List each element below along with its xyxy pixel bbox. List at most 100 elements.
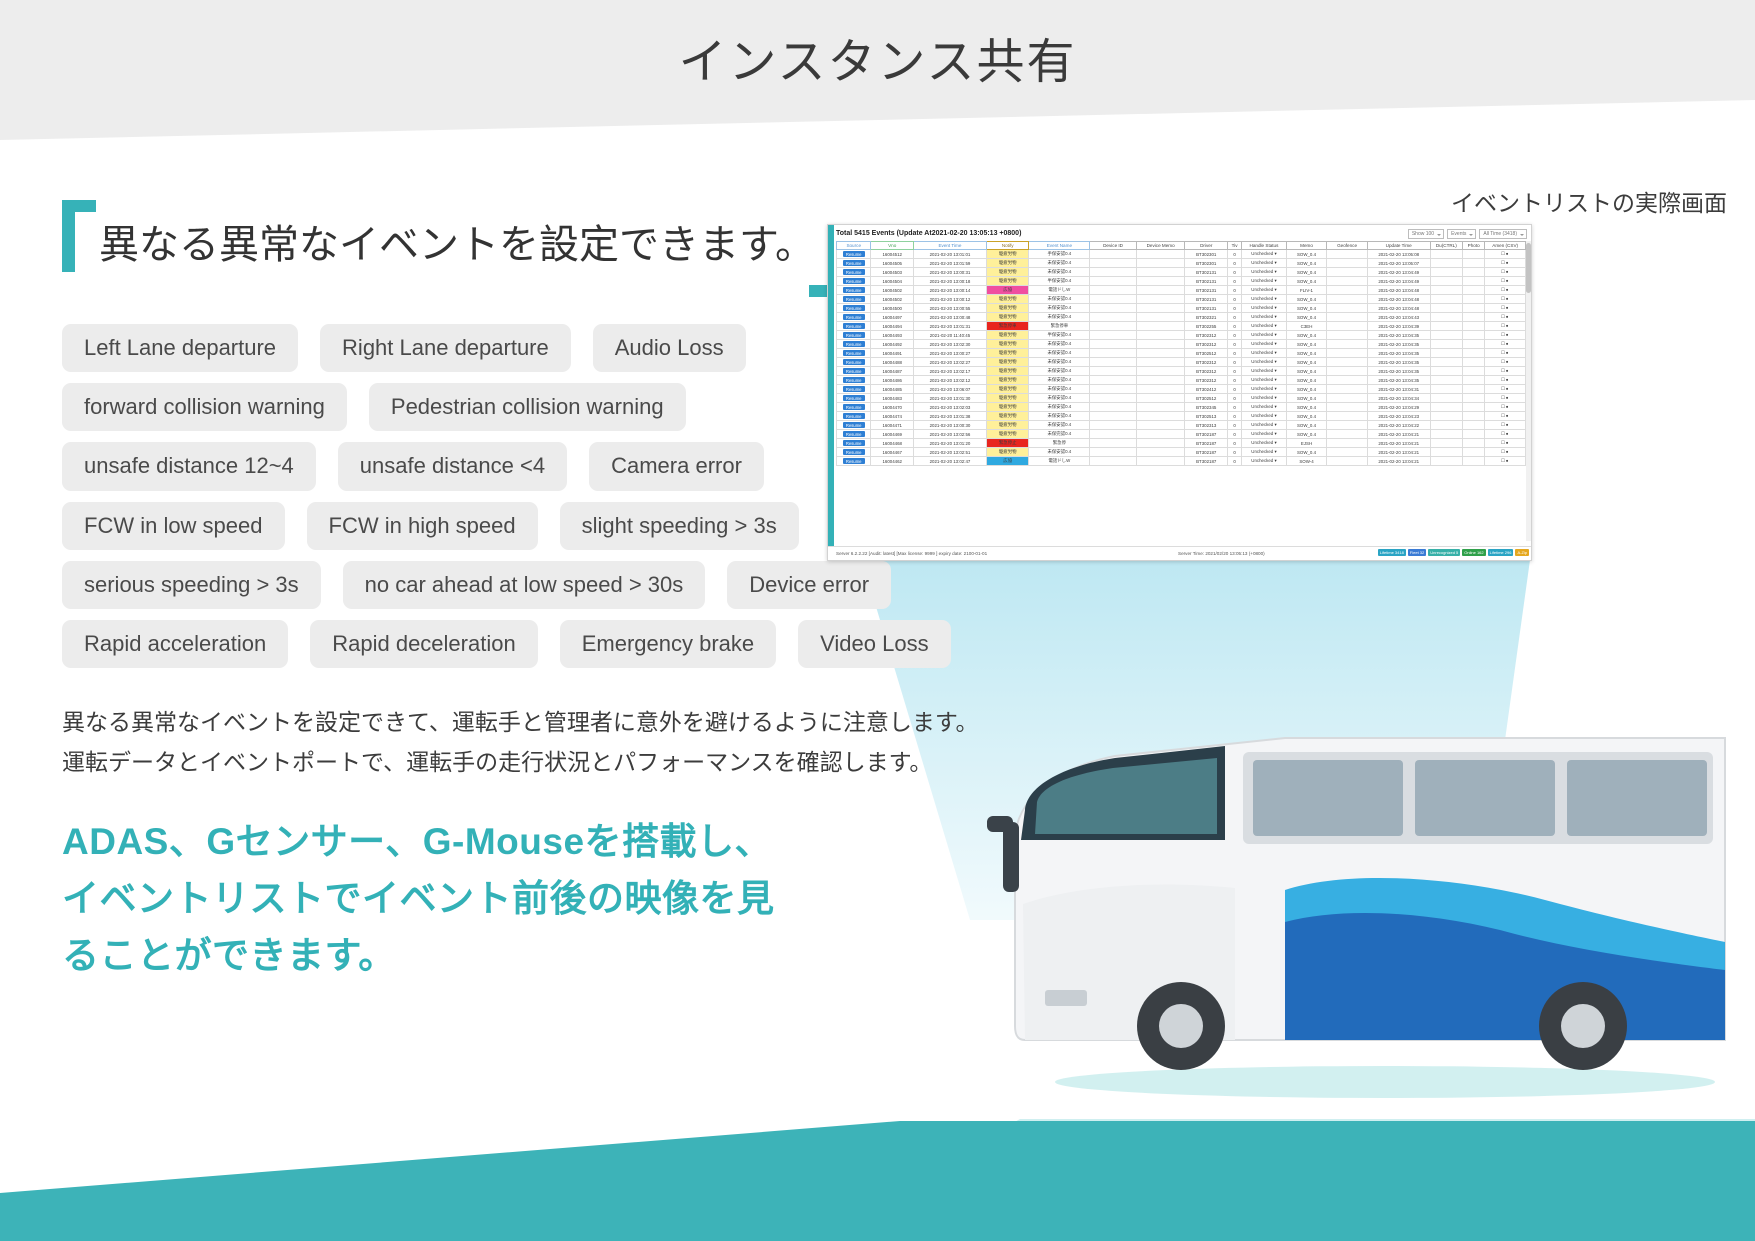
cell-handle-status[interactable]: Unchecked ▾ (1241, 429, 1287, 439)
status-chip[interactable]: Online 162 (1462, 549, 1486, 556)
table-row[interactable]: Resume 16004468 2021-02-20 13:01:20 緊急停止 緊急停… (835, 438, 1526, 448)
table-row[interactable]: Resume 16004471 2021-02-20 13:00:30 駆疲労物 未保安… (835, 420, 1526, 430)
col-source[interactable]: Source (835, 241, 872, 250)
show-count-select[interactable]: Show 100 (1407, 229, 1445, 239)
col-duration[interactable]: Du(CTRL) (1429, 241, 1464, 250)
cell-handle-status[interactable]: Unchecked ▾ (1241, 384, 1287, 394)
cell-source[interactable]: Resume (835, 456, 872, 466)
col-geofence[interactable]: Geofence (1326, 241, 1368, 250)
cell-handle-status[interactable]: Unchecked ▾ (1241, 294, 1287, 304)
cell-source[interactable]: Resume (835, 285, 872, 295)
cell-handle-status[interactable]: Unchecked ▾ (1241, 438, 1287, 448)
cell-actions[interactable]: ☐● (1484, 375, 1526, 385)
event-tag[interactable]: unsafe distance 12~4 (62, 442, 316, 491)
vertical-scrollbar[interactable] (1526, 241, 1531, 541)
table-row[interactable]: Resume 16004469 2021-02-20 13:02:56 駆疲労物 未保完… (835, 429, 1526, 439)
cell-source[interactable]: Resume (835, 348, 872, 358)
cell-source[interactable]: Resume (835, 420, 872, 430)
cell-handle-status[interactable]: Unchecked ▾ (1241, 285, 1287, 295)
cell-actions[interactable]: ☐● (1484, 249, 1526, 259)
cell-actions[interactable]: ☐● (1484, 366, 1526, 376)
cell-source[interactable]: Resume (835, 312, 872, 322)
col-photo[interactable]: Photo (1462, 241, 1486, 250)
cell-actions[interactable]: ☐● (1484, 393, 1526, 403)
cell-handle-status[interactable]: Unchecked ▾ (1241, 330, 1287, 340)
cell-handle-status[interactable]: Unchecked ▾ (1241, 321, 1287, 331)
col-device-memo[interactable]: Device Memo (1135, 241, 1186, 250)
col-handle-status[interactable]: Handle Status (1241, 241, 1287, 250)
event-tag[interactable]: FCW in high speed (306, 501, 538, 550)
col-driver[interactable]: Driver (1184, 241, 1229, 250)
cell-actions[interactable]: ☐● (1484, 447, 1526, 457)
table-row[interactable]: Resume 16004504 2021-02-20 13:00:18 駆疲労物 半保安… (835, 276, 1526, 286)
event-tag[interactable]: Rapid deceleration (310, 619, 538, 669)
event-tag[interactable]: forward collision warning (62, 383, 347, 432)
table-row[interactable]: Resume 16004487 2021-02-20 13:02:17 駆疲労物 未保安… (835, 366, 1526, 376)
event-tag[interactable]: Rapid acceleration (62, 619, 289, 669)
cell-actions[interactable]: ☐● (1484, 429, 1526, 439)
cell-handle-status[interactable]: Unchecked ▾ (1241, 303, 1287, 313)
col-notify[interactable]: Notify (985, 241, 1030, 250)
cell-source[interactable]: Resume (835, 249, 872, 259)
cell-handle-status[interactable]: Unchecked ▾ (1241, 402, 1287, 412)
cell-source[interactable]: Resume (835, 276, 872, 286)
cell-handle-status[interactable]: Unchecked ▾ (1241, 276, 1287, 286)
cell-handle-status[interactable]: Unchecked ▾ (1241, 312, 1287, 322)
cell-actions[interactable]: ☐● (1484, 339, 1526, 349)
cell-source[interactable]: Resume (835, 267, 872, 277)
cell-actions[interactable]: ☐● (1484, 456, 1526, 466)
cell-actions[interactable]: ☐● (1484, 321, 1526, 331)
cell-handle-status[interactable]: Unchecked ▾ (1241, 366, 1287, 376)
event-tag[interactable]: serious speeding > 3s (62, 560, 321, 609)
cell-source[interactable]: Resume (835, 438, 872, 448)
cell-actions[interactable]: ☐● (1484, 384, 1526, 394)
cell-actions[interactable]: ☐● (1484, 330, 1526, 340)
cell-source[interactable]: Resume (835, 303, 872, 313)
cell-source[interactable]: Resume (835, 330, 872, 340)
event-tag[interactable]: Emergency brake (559, 619, 777, 669)
col-memo[interactable]: Memo (1285, 241, 1328, 250)
cell-actions[interactable]: ☐● (1484, 402, 1526, 412)
cell-actions[interactable]: ☐● (1484, 267, 1526, 277)
table-row[interactable]: Resume 16004505 2021-02-20 13:01:59 駆疲労物 未保安… (835, 258, 1526, 268)
col-update-time[interactable]: Update Time (1366, 241, 1431, 250)
status-chip[interactable]: Lifetime 296 (1487, 549, 1514, 556)
col-event-name[interactable]: Event Name (1028, 241, 1091, 250)
cell-handle-status[interactable]: Unchecked ▾ (1241, 393, 1287, 403)
cell-actions[interactable]: ☐● (1484, 438, 1526, 448)
table-row[interactable]: Resume 16004486 2021-02-20 13:02:12 駆疲労物 未保安… (835, 375, 1526, 385)
cell-source[interactable]: Resume (835, 366, 872, 376)
cell-actions[interactable]: ☐● (1484, 294, 1526, 304)
cell-actions[interactable]: ☐● (1484, 285, 1526, 295)
col-vno[interactable]: Vno (870, 241, 914, 250)
event-tag[interactable]: no car ahead at low speed > 30s (342, 560, 706, 609)
cell-actions[interactable]: ☐● (1484, 303, 1526, 313)
event-tag[interactable]: slight speeding > 3s (559, 501, 799, 550)
table-row[interactable]: Resume 16004462 2021-02-20 13:02:47 広協 電話ドしW… (835, 456, 1526, 466)
event-tag[interactable]: Device error (727, 560, 892, 609)
cell-handle-status[interactable]: Unchecked ▾ (1241, 447, 1287, 457)
scrollbar-thumb[interactable] (1526, 243, 1531, 293)
cell-actions[interactable]: ☐● (1484, 357, 1526, 367)
status-chip[interactable]: A-Zip (1515, 549, 1529, 556)
table-row[interactable]: Resume 16004483 2021-02-20 13:01:30 駆疲労物 未保安… (835, 393, 1526, 403)
status-chip[interactable]: Unrecognized 5 (1428, 549, 1461, 556)
table-row[interactable]: Resume 16004485 2021-02-20 13:06:07 駆疲労物 未保安… (835, 384, 1526, 394)
col-event-time[interactable]: Event Time (912, 241, 987, 250)
col-amen[interactable]: Amen (CSV) (1484, 241, 1526, 250)
event-tag[interactable]: FCW in low speed (62, 501, 285, 550)
table-row[interactable]: Resume 16004497 2021-02-20 13:00:48 駆疲労物 未保安… (835, 312, 1526, 322)
cell-actions[interactable]: ☐● (1484, 258, 1526, 268)
table-row[interactable]: Resume 16004488 2021-02-20 13:02:27 駆疲労物 未保安… (835, 357, 1526, 367)
cell-source[interactable]: Resume (835, 411, 872, 421)
cell-source[interactable]: Resume (835, 393, 872, 403)
status-chip[interactable]: Lifetime 3418 (1377, 549, 1406, 556)
cell-handle-status[interactable]: Unchecked ▾ (1241, 456, 1287, 466)
table-row[interactable]: Resume 16004493 2021-02-20 11:40:45 駆疲労物 半保安… (835, 330, 1526, 340)
cell-handle-status[interactable]: Unchecked ▾ (1241, 420, 1287, 430)
cell-handle-status[interactable]: Unchecked ▾ (1241, 357, 1287, 367)
table-row[interactable]: Resume 16004503 2021-02-20 13:00:31 駆疲労物 未保安… (835, 267, 1526, 277)
table-row[interactable]: Resume 16004474 2021-02-20 13:01:38 駆疲労物 未保安… (835, 411, 1526, 421)
cell-handle-status[interactable]: Unchecked ▾ (1241, 258, 1287, 268)
event-list-screenshot[interactable]: Total 5415 Events (Update At2021-02-20 1… (827, 224, 1532, 561)
